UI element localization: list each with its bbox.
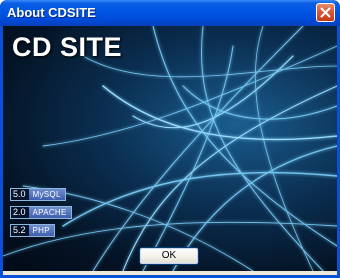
version-row-mysql: 5.0 MySQL — [10, 188, 66, 201]
version-number: 5.0 — [13, 189, 26, 199]
about-dialog: About CDSITE CD SITE 5.0 MySQL 2.0 APACH… — [0, 0, 340, 278]
product-logo: CD SITE — [12, 32, 123, 62]
version-row-php: 5.2 PHP — [10, 224, 55, 237]
version-number: 2.0 — [13, 207, 26, 217]
version-row-apache: 2.0 APACHE — [10, 206, 72, 219]
ok-button[interactable]: OK — [139, 247, 199, 265]
close-icon — [320, 7, 331, 18]
version-number: 5.2 — [13, 225, 26, 235]
close-button[interactable] — [316, 3, 335, 22]
window-title: About CDSITE — [7, 5, 96, 20]
title-bar[interactable]: About CDSITE — [0, 0, 340, 26]
component-name: MySQL — [28, 189, 65, 200]
component-name: APACHE — [28, 207, 71, 218]
version-list: 5.0 MySQL 2.0 APACHE 5.2 PHP — [10, 188, 72, 242]
splash-artwork: CD SITE 5.0 MySQL 2.0 APACHE 5.2 PHP — [3, 26, 337, 271]
component-name: PHP — [28, 225, 54, 236]
